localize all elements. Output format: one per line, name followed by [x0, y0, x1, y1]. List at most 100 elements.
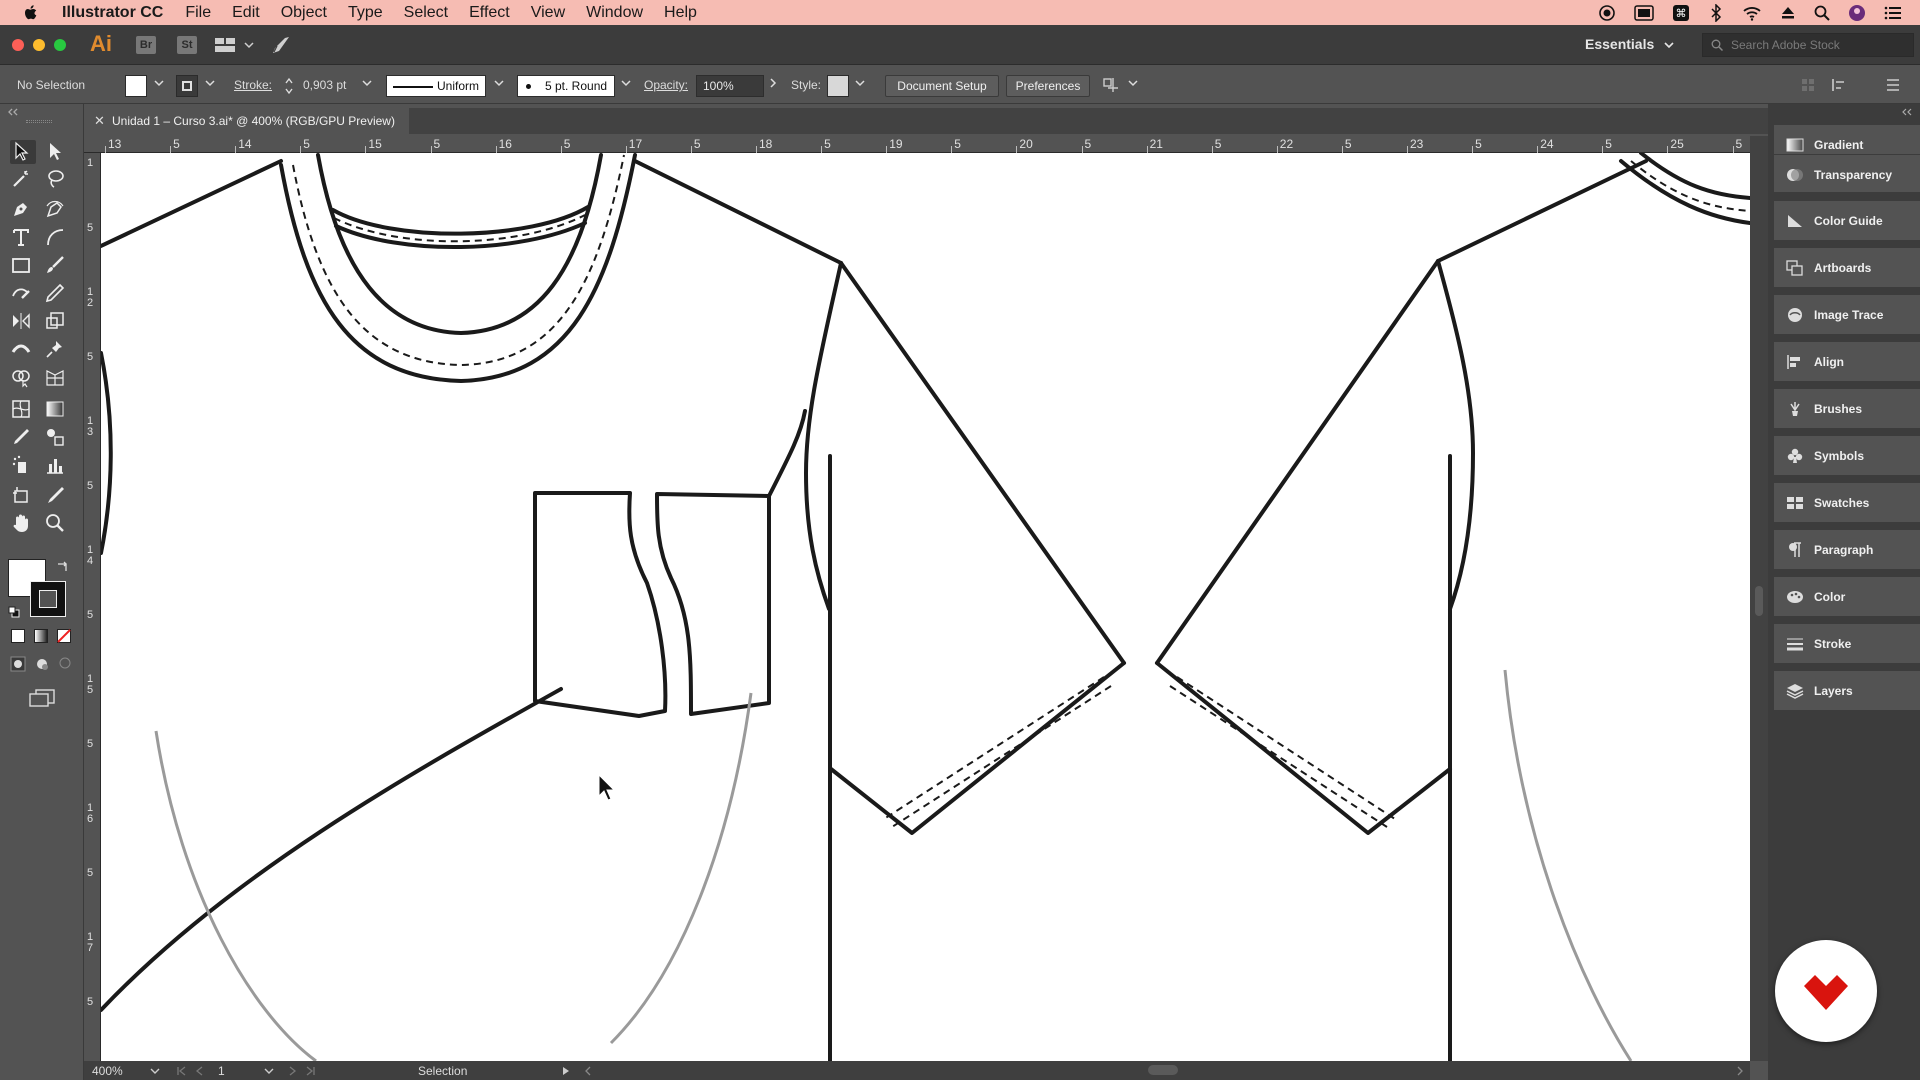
- hand-tool[interactable]: [10, 512, 36, 536]
- scroll-right-icon[interactable]: [1736, 1066, 1744, 1076]
- display-icon[interactable]: [1634, 4, 1654, 21]
- workspace-switcher[interactable]: Essentials: [1585, 36, 1654, 52]
- current-tool-status[interactable]: Selection: [418, 1064, 467, 1078]
- document-setup-button[interactable]: Document Setup: [885, 75, 999, 97]
- apple-icon[interactable]: [22, 4, 40, 22]
- workspace-chevron-icon[interactable]: [1664, 41, 1674, 49]
- previous-artboard-icon[interactable]: [194, 1066, 204, 1076]
- ruler-corner[interactable]: [84, 136, 101, 153]
- adobe-stock-search-input[interactable]: Search Adobe Stock: [1702, 33, 1914, 57]
- magic-wand-tool[interactable]: [10, 168, 36, 192]
- eject-icon[interactable]: [1780, 5, 1796, 21]
- stroke-label[interactable]: Stroke:: [234, 78, 272, 92]
- type-tool[interactable]: [10, 226, 36, 250]
- panel-align[interactable]: Align: [1774, 341, 1920, 381]
- bridge-button[interactable]: Br: [136, 36, 156, 54]
- opacity-label[interactable]: Opacity:: [644, 78, 688, 92]
- scroll-left-icon[interactable]: [584, 1066, 592, 1076]
- draw-inside-icon[interactable]: [58, 656, 72, 670]
- artboard-chevron-icon[interactable]: [264, 1067, 274, 1075]
- style-chevron-icon[interactable]: [855, 78, 865, 88]
- bluetooth-icon[interactable]: [1708, 3, 1724, 22]
- fill-color-swatch[interactable]: [125, 75, 147, 97]
- menu-effect[interactable]: Effect: [469, 4, 510, 22]
- document-tab[interactable]: ✕ Unidad 1 – Curso 3.ai* @ 400% (RGB/GPU…: [86, 108, 409, 134]
- panel-symbols[interactable]: Symbols: [1774, 435, 1920, 475]
- menu-view[interactable]: View: [531, 4, 565, 22]
- direct-selection-tool[interactable]: [44, 140, 70, 164]
- draw-behind-icon[interactable]: [34, 656, 50, 672]
- stroke-weight-chevron-icon[interactable]: [362, 78, 372, 88]
- puppet-warp-tool[interactable]: [44, 338, 70, 362]
- blend-tool[interactable]: [44, 426, 70, 450]
- none-mode-icon[interactable]: [57, 629, 71, 643]
- app-name-menu[interactable]: Illustrator CC: [62, 4, 163, 22]
- vertical-scroll-thumb[interactable]: [1755, 586, 1763, 616]
- toolbar-grip[interactable]: [26, 120, 52, 123]
- gradient-mode-button[interactable]: [34, 629, 48, 643]
- close-window-button[interactable]: [12, 39, 24, 51]
- spotlight-search-icon[interactable]: [1814, 5, 1830, 21]
- notification-center-icon[interactable]: [1884, 5, 1902, 21]
- opacity-input[interactable]: 100%: [696, 75, 764, 97]
- stroke-weight-input[interactable]: 0,903 pt: [303, 78, 346, 92]
- draw-normal-icon[interactable]: [10, 656, 26, 672]
- menu-select[interactable]: Select: [404, 4, 448, 22]
- menu-help[interactable]: Help: [664, 4, 697, 22]
- command-icon[interactable]: ⌘: [1672, 4, 1690, 22]
- lasso-tool[interactable]: [44, 168, 70, 192]
- align-to-icon[interactable]: [1102, 76, 1122, 94]
- close-tab-icon[interactable]: ✕: [94, 108, 105, 134]
- paintbrush-tool[interactable]: [44, 254, 70, 278]
- stroke-color-box[interactable]: [30, 581, 66, 617]
- stroke-weight-stepper-icon[interactable]: [284, 76, 294, 96]
- minimize-window-button[interactable]: [33, 39, 45, 51]
- stroke-dropdown-chevron-icon[interactable]: [205, 78, 215, 88]
- preferences-button[interactable]: Preferences: [1006, 75, 1090, 97]
- rectangle-tool[interactable]: [10, 254, 36, 278]
- scale-tool[interactable]: [44, 310, 70, 334]
- record-icon[interactable]: [1598, 4, 1616, 22]
- horizontal-scroll-thumb[interactable]: [1148, 1065, 1178, 1075]
- vertical-scrollbar[interactable]: [1750, 136, 1768, 1061]
- menu-object[interactable]: Object: [281, 4, 327, 22]
- selection-tool[interactable]: [10, 140, 36, 164]
- zoom-chevron-icon[interactable]: [150, 1067, 160, 1075]
- zoom-level[interactable]: 400%: [92, 1064, 123, 1078]
- panel-swatches[interactable]: Swatches: [1774, 482, 1920, 522]
- next-artboard-icon[interactable]: [288, 1066, 298, 1076]
- width-tool[interactable]: [10, 338, 36, 362]
- curvature-tool[interactable]: [44, 198, 70, 222]
- eyedropper-tool[interactable]: [10, 426, 36, 450]
- transform-panel-icon[interactable]: [1830, 77, 1850, 93]
- vertical-ruler[interactable]: 1 5 1 2 5 1 3 5 1 4 5 1 5 5 1 6 5 1 7 5: [84, 153, 101, 1061]
- zoom-tool[interactable]: [44, 512, 70, 536]
- screen-mode-icon[interactable]: [28, 688, 56, 708]
- chevron-down-icon[interactable]: [244, 41, 254, 49]
- color-mode-button[interactable]: [11, 629, 25, 643]
- zoom-window-button[interactable]: [54, 39, 66, 51]
- mesh-tool[interactable]: [10, 398, 36, 422]
- fill-dropdown-chevron-icon[interactable]: [154, 78, 164, 88]
- arc-tool[interactable]: [44, 226, 70, 250]
- panel-color-guide[interactable]: Color Guide: [1774, 200, 1920, 240]
- gpu-performance-icon[interactable]: [270, 34, 292, 56]
- menu-edit[interactable]: Edit: [232, 4, 260, 22]
- stroke-color-swatch[interactable]: [176, 75, 198, 97]
- symbol-sprayer-tool[interactable]: [10, 454, 36, 478]
- panel-stroke[interactable]: Stroke: [1774, 623, 1920, 663]
- brush-chevron-icon[interactable]: [621, 78, 631, 88]
- shape-builder-tool[interactable]: [10, 366, 36, 390]
- artboard-tool[interactable]: [10, 484, 36, 508]
- horizontal-ruler[interactable]: 13 5 14 5 15 5 16 5 17 5 18 5 19 5 20 5 21 5 22 5 23 5 24 5 25 5: [100, 136, 1750, 153]
- align-panel-icon[interactable]: [1800, 77, 1816, 93]
- panel-layers[interactable]: Layers: [1774, 670, 1920, 710]
- menu-type[interactable]: Type: [348, 4, 383, 22]
- panel-collapse-left-icon[interactable]: [6, 108, 20, 116]
- panel-color[interactable]: Color: [1774, 576, 1920, 616]
- user-avatar-icon[interactable]: [1848, 4, 1866, 22]
- first-artboard-icon[interactable]: [176, 1066, 186, 1076]
- status-play-icon[interactable]: [562, 1066, 570, 1076]
- panel-transparency[interactable]: Transparency: [1774, 154, 1920, 192]
- menu-file[interactable]: File: [185, 4, 211, 22]
